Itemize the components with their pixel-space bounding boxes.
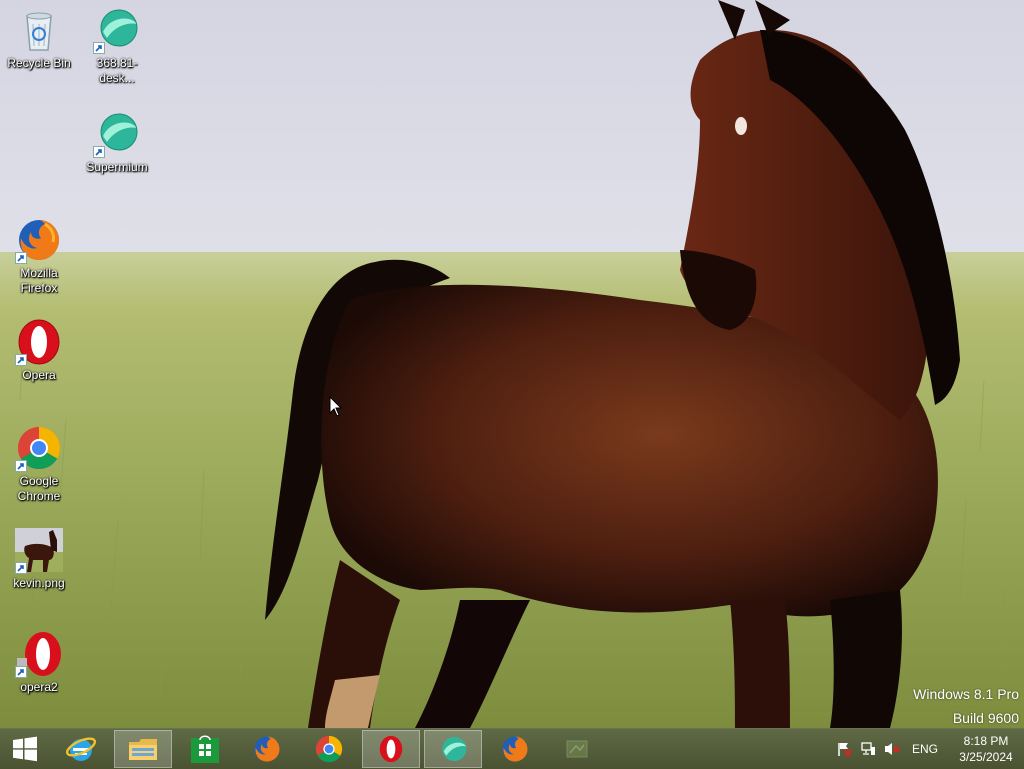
taskbar-firefox-button-2[interactable] [486,730,544,768]
shortcut-arrow-icon [15,562,27,574]
store-icon [191,735,219,763]
taskbar-firefox-button[interactable] [238,730,296,768]
taskbar-app-button[interactable] [548,730,606,768]
taskbar-chrome-button[interactable] [300,730,358,768]
taskbar-store-button[interactable] [176,730,234,768]
desktop-icon-label: Recycle Bin [7,56,71,70]
desktop-icon-label: Google Chrome [17,474,61,503]
app-icon [566,740,588,758]
windows-version-watermark: Windows 8.1 Pro Build 9600 [913,682,1019,728]
desktop-icon-supermium[interactable]: Supermium [79,110,155,175]
mouse-cursor-icon [329,396,343,417]
opera-icon [379,735,403,763]
start-button[interactable] [0,730,50,768]
internet-explorer-icon [65,737,97,761]
recycle-bin-icon [15,6,63,54]
desktop-icon-label: 368.81-desk... [96,56,138,85]
shortcut-arrow-icon [15,252,27,264]
start-icon [13,736,37,762]
image-file-icon [15,526,63,574]
supermium-icon [93,110,141,158]
shortcut-arrow-icon [15,666,27,678]
desktop-icon-opera2[interactable]: opera2 [1,630,77,695]
desktop-icon-opera[interactable]: Opera [1,318,77,383]
taskbar-opera-button[interactable] [362,730,420,768]
taskbar-file-explorer-button[interactable] [114,730,172,768]
desktop-icon-mozilla-firefox[interactable]: Mozilla Firefox [1,216,77,296]
clock[interactable]: 8:18 PM 3/25/2024 [948,733,1024,765]
desktop-icon-label: Supermium [86,160,148,174]
desktop-icon-label: kevin.png [13,576,65,590]
desktop-icon-label: Mozilla Firefox [20,266,58,295]
shortcut-arrow-icon [15,354,27,366]
desktop-icon-recycle-bin[interactable]: Recycle Bin [1,6,77,71]
taskbar: ENG 8:18 PM 3/25/2024 [0,728,1024,769]
taskbar-supermium-button[interactable] [424,730,482,768]
firefox-icon [502,736,528,762]
watermark-edition: Windows 8.1 Pro [913,686,1019,702]
input-language-indicator[interactable]: ENG [912,742,938,756]
supermium-icon [442,737,467,761]
opera-icon [15,630,63,678]
clock-date: 3/25/2024 [959,750,1013,764]
file-explorer-icon [129,739,157,760]
firefox-icon [254,736,280,762]
shortcut-arrow-icon [93,146,105,158]
taskbar-internet-explorer-button[interactable] [52,730,110,768]
volume-muted-icon[interactable] [880,729,904,769]
desktop-icon-kevin-png[interactable]: kevin.png [1,526,77,591]
action-center-flag-icon[interactable] [832,729,856,769]
desktop-icon-google-chrome[interactable]: Google Chrome [1,424,77,504]
shortcut-arrow-icon [15,460,27,472]
opera-icon [15,318,63,366]
network-icon[interactable] [856,729,880,769]
desktop-icon-label: Opera [22,368,56,382]
watermark-build: Build 9600 [952,710,1019,726]
system-tray: ENG 8:18 PM 3/25/2024 [832,729,1024,769]
desktop-icon-368-81-desk[interactable]: 368.81-desk... [79,6,155,86]
shortcut-arrow-icon [93,42,105,54]
firefox-icon [15,216,63,264]
chrome-icon [315,735,343,763]
desktop-icon-label: opera2 [20,680,58,694]
desktop[interactable]: Recycle Bin 368.81-desk... Supermium Moz… [0,0,1024,728]
chrome-icon [15,424,63,472]
supermium-icon [93,6,141,54]
clock-time: 8:18 PM [963,734,1009,748]
